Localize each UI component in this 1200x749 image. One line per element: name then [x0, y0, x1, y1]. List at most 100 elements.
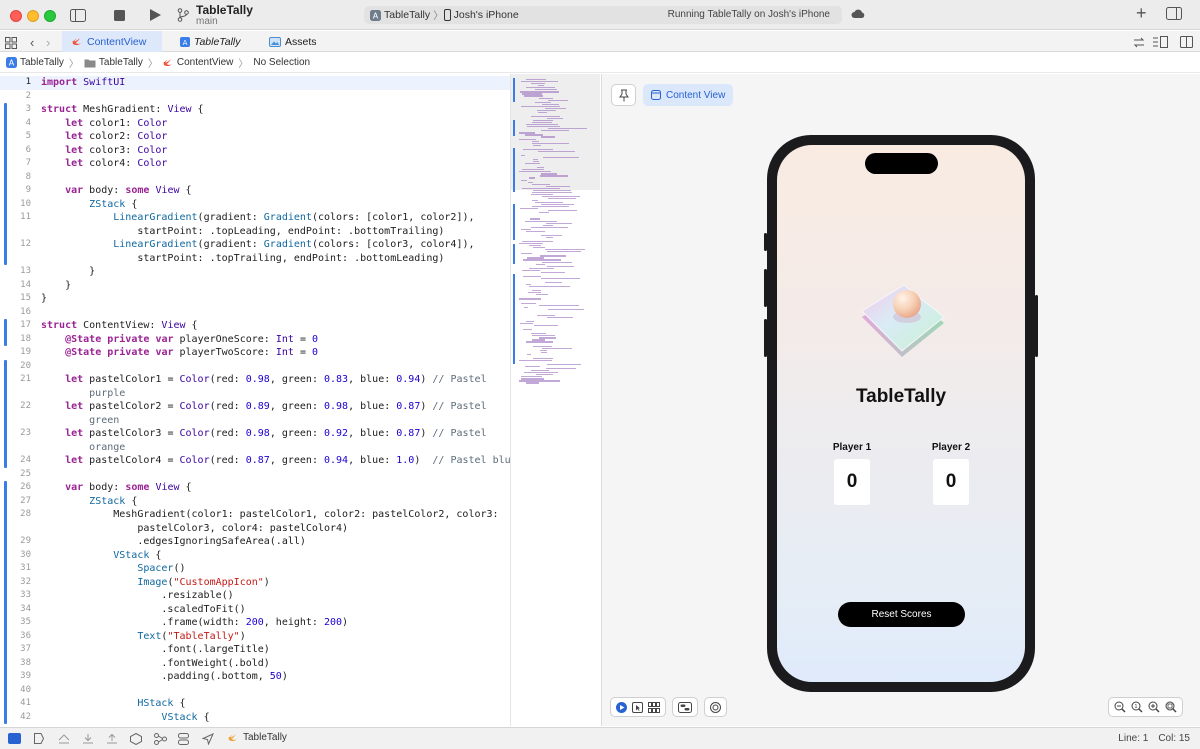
player-two-score[interactable]: 0 — [933, 459, 969, 505]
content-view-preview-chip[interactable]: Content View — [643, 84, 734, 106]
variants-icon[interactable] — [648, 701, 660, 713]
swap-icon[interactable] — [1133, 33, 1145, 51]
code-line[interactable]: 24 let pastelColor4 = Color(red: 0.87, g… — [0, 454, 510, 468]
code-line[interactable]: purple — [0, 387, 510, 401]
code-line[interactable]: 12 LinearGradient(gradient: Gradient(col… — [0, 238, 510, 252]
code-line[interactable]: 37 .font(.largeTitle) — [0, 643, 510, 657]
inspector-toggle-icon[interactable] — [1166, 7, 1182, 23]
code-line[interactable]: 19 @State private var playerTwoScore: In… — [0, 346, 510, 360]
canvas-settings-button[interactable] — [672, 697, 698, 717]
zoom-in-icon[interactable] — [1148, 701, 1160, 713]
zoom-to-fit-icon[interactable] — [1165, 701, 1177, 713]
continue-icon[interactable] — [58, 733, 70, 744]
code-line[interactable]: 18 @State private var playerOneScore: In… — [0, 333, 510, 347]
code-line[interactable]: 11 LinearGradient(gradient: Gradient(col… — [0, 211, 510, 225]
forward-icon[interactable]: › — [46, 33, 50, 51]
code-line[interactable]: 14 } — [0, 279, 510, 293]
code-line[interactable]: 8 — [0, 171, 510, 185]
code-line[interactable]: 13 } — [0, 265, 510, 279]
tab-tabletally[interactable]: A TableTally — [170, 31, 251, 52]
editor-options-icon[interactable] — [1153, 33, 1168, 51]
code-line[interactable]: 23 let pastelColor3 = Color(red: 0.98, g… — [0, 427, 510, 441]
code-line[interactable]: 21 let pastelColor1 = Color(red: 0.98, g… — [0, 373, 510, 387]
tab-assets[interactable]: Assets — [259, 31, 327, 52]
code-line[interactable]: 31 Spacer() — [0, 562, 510, 576]
breakpoints-icon[interactable] — [34, 733, 44, 744]
code-line[interactable]: 15} — [0, 292, 510, 306]
code-line[interactable]: 22 let pastelColor2 = Color(red: 0.89, g… — [0, 400, 510, 414]
code-line[interactable]: 17 struct ContentView: View { — [0, 319, 510, 333]
code-line[interactable]: 35 .frame(width: 200, height: 200) — [0, 616, 510, 630]
code-line[interactable]: 36 Text("TableTally") — [0, 630, 510, 644]
step-over-icon[interactable] — [82, 733, 94, 744]
code-line[interactable]: 27 ZStack { — [0, 495, 510, 509]
player-one-score[interactable]: 0 — [834, 459, 870, 505]
grid-icon[interactable] — [5, 34, 17, 52]
code-line[interactable]: 4 let color1: Color — [0, 117, 510, 131]
console-toggle-icon[interactable] — [8, 733, 21, 744]
source-editor[interactable]: 1 import SwiftUI 2 3 struct MeshGradient: Vi… — [0, 74, 510, 726]
code-line[interactable]: 33 .resizable() — [0, 589, 510, 603]
breadcrumb-folder[interactable]: TableTally — [99, 57, 143, 68]
code-line[interactable]: 10 ZStack { — [0, 198, 510, 212]
code-line[interactable]: 2 — [0, 90, 510, 104]
source-control-change-bar[interactable] — [4, 319, 7, 346]
source-control-change-bar[interactable] — [4, 359, 7, 468]
preview-device-button[interactable] — [704, 697, 727, 717]
step-into-icon[interactable] — [106, 733, 118, 744]
code-line[interactable]: 29 .edgesIgnoringSafeArea(.all) — [0, 535, 510, 549]
code-line[interactable]: 16 — [0, 306, 510, 320]
code-line[interactable]: startPoint: .topTrailing, endPoint: .bot… — [0, 252, 510, 266]
selectable-preview-icon[interactable] — [632, 701, 643, 713]
breadcrumb-file[interactable]: ContentView — [177, 57, 234, 68]
back-icon[interactable]: ‹ — [30, 33, 34, 51]
source-control-change-bar[interactable] — [4, 481, 7, 724]
code-line[interactable]: 34 .scaledToFit() — [0, 603, 510, 617]
cloud-status-icon[interactable] — [851, 8, 865, 22]
debug-target[interactable]: TableTally — [228, 732, 287, 743]
code-line[interactable]: pastelColor3, color4: pastelColor4) — [0, 522, 510, 536]
zoom-window-button[interactable] — [44, 10, 56, 22]
minimap[interactable] — [510, 74, 600, 726]
destination-selector[interactable]: Josh's iPhone — [443, 9, 519, 21]
add-icon[interactable]: + — [1136, 4, 1147, 22]
code-line[interactable]: 41 HStack { — [0, 697, 510, 711]
code-line[interactable]: 6 let color3: Color — [0, 144, 510, 158]
scheme-selector[interactable]: A TableTally 〉 — [364, 8, 444, 23]
code-line[interactable]: 5 let color2: Color — [0, 130, 510, 144]
code-line[interactable]: 32 Image("CustomAppIcon") — [0, 576, 510, 590]
run-icon[interactable] — [148, 6, 162, 24]
code-line[interactable]: 38 .fontWeight(.bold) — [0, 657, 510, 671]
code-line[interactable]: 42 VStack { — [0, 711, 510, 725]
memory-graph-icon[interactable] — [154, 733, 167, 745]
live-preview-icon[interactable] — [616, 701, 627, 713]
code-line[interactable]: 28 MeshGradient(color1: pastelColor1, co… — [0, 508, 510, 522]
navigator-toggle-icon[interactable] — [68, 6, 88, 24]
breadcrumb-symbol[interactable]: No Selection — [253, 57, 310, 68]
pin-preview-button[interactable] — [611, 84, 636, 106]
close-window-button[interactable] — [10, 10, 22, 22]
split-editor-icon[interactable] — [1180, 33, 1193, 51]
breadcrumb-project[interactable]: TableTally — [20, 57, 64, 68]
code-line[interactable]: 40 — [0, 684, 510, 698]
code-line[interactable]: 1 import SwiftUI — [0, 76, 510, 90]
zoom-out-icon[interactable] — [1114, 701, 1126, 713]
code-line[interactable]: 20 — [0, 360, 510, 374]
code-line[interactable]: 26 var body: some View { — [0, 481, 510, 495]
tab-contentview[interactable]: ContentView — [62, 31, 162, 52]
zoom-actual-icon[interactable]: 1 — [1131, 701, 1143, 713]
code-line[interactable]: green — [0, 414, 510, 428]
stop-icon[interactable] — [112, 6, 126, 24]
code-line[interactable]: 39 .padding(.bottom, 50) — [0, 670, 510, 684]
code-line[interactable]: 9 var body: some View { — [0, 184, 510, 198]
branch-icon[interactable] — [176, 6, 190, 24]
source-control-change-bar[interactable] — [4, 103, 7, 265]
code-line[interactable]: 25 — [0, 468, 510, 482]
code-line[interactable]: 30 VStack { — [0, 549, 510, 563]
code-line[interactable]: startPoint: .topLeading, endPoint: .bott… — [0, 225, 510, 239]
reset-scores-button[interactable]: Reset Scores — [838, 602, 965, 627]
location-icon[interactable] — [202, 733, 214, 745]
code-line[interactable]: orange — [0, 441, 510, 455]
minimize-window-button[interactable] — [27, 10, 39, 22]
environment-overrides-icon[interactable] — [178, 733, 189, 745]
